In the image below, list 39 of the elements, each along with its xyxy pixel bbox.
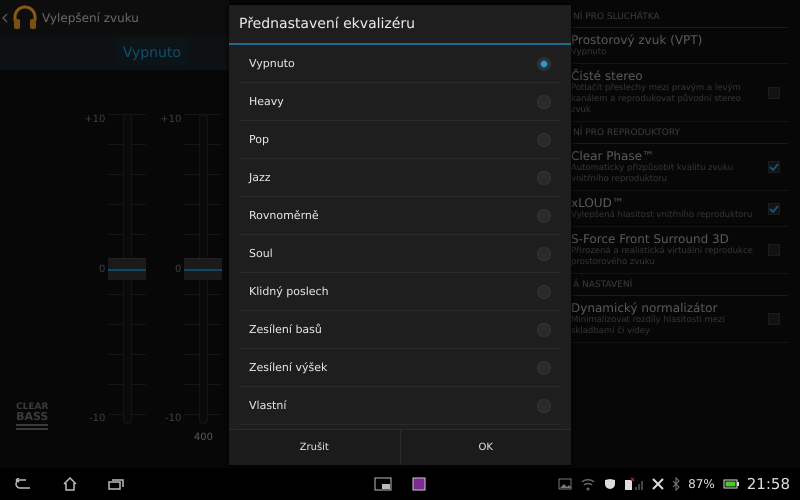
radio-button[interactable] [537,56,551,70]
bluetooth-icon [672,477,680,491]
sim-icon [624,477,644,491]
setting-title: Prostorový zvuk (VPT) [571,33,704,47]
preset-option[interactable]: Zesílení basů [239,311,561,349]
setting-title: Clear Phase™ [571,149,654,163]
setting-title: Dynamický normalizátor [571,301,718,315]
dialog-title: Přednastavení ekvalizéru [229,5,571,45]
preset-option[interactable]: Vlastní [239,387,561,425]
window-icon[interactable] [374,477,392,491]
setting-title: Čisté stereo [571,69,644,83]
shield-icon [604,478,616,490]
back-caret-icon[interactable] [2,13,8,23]
slider-thumb[interactable] [108,258,146,280]
preset-option[interactable]: Zesílení výšek [239,349,561,387]
back-icon[interactable] [14,478,32,490]
slider-thumb[interactable] [184,258,222,280]
preset-option[interactable]: Rovnoměrně [239,197,561,235]
dialog-button[interactable]: Zrušit [229,430,400,465]
clock: 21:58 [746,475,790,493]
setting-title: S-Force Front Surround 3D [571,232,730,246]
home-icon[interactable] [62,477,78,491]
checkbox[interactable] [768,202,780,214]
frequency-label: 400 [192,432,214,444]
preset-option[interactable]: Vypnuto [239,45,561,83]
battery-icon [722,479,739,489]
setting-title: xLOUD™ [571,196,625,210]
image-icon [558,478,572,490]
battery-percent: 87% [688,477,715,491]
app-title: Vylepšení zvuku [42,11,139,25]
preset-option[interactable]: Klidný poslech [239,273,561,311]
checkbox[interactable] [768,161,780,173]
preset-option[interactable]: Pop [239,121,561,159]
preset-option[interactable]: Soul [239,235,561,273]
preset-option[interactable]: Jazz [239,159,561,197]
preset-option[interactable]: Heavy [239,83,561,121]
dialog-button[interactable]: OK [400,430,571,465]
wifi-icon [580,477,596,491]
recent-apps-icon[interactable] [108,478,124,490]
